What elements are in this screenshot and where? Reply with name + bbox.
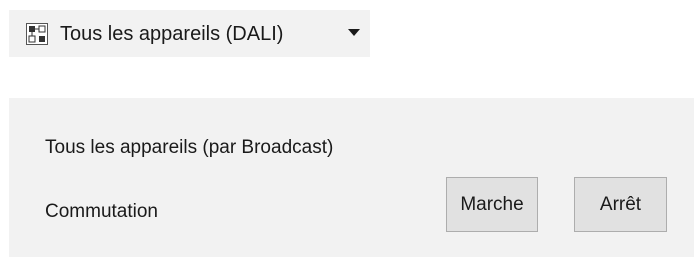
device-selector-label: Tous les appareils (DALI)	[60, 23, 284, 45]
on-button[interactable]: Marche	[446, 177, 538, 232]
off-button[interactable]: Arrêt	[574, 177, 667, 232]
panel-title: Tous les appareils (par Broadcast)	[45, 137, 334, 158]
chevron-down-icon[interactable]	[348, 29, 360, 36]
switching-label: Commutation	[45, 201, 158, 222]
dali-devices-icon	[26, 23, 48, 45]
broadcast-panel: Tous les appareils (par Broadcast) Commu…	[9, 98, 694, 257]
device-selector-dropdown[interactable]: Tous les appareils (DALI)	[9, 10, 370, 57]
